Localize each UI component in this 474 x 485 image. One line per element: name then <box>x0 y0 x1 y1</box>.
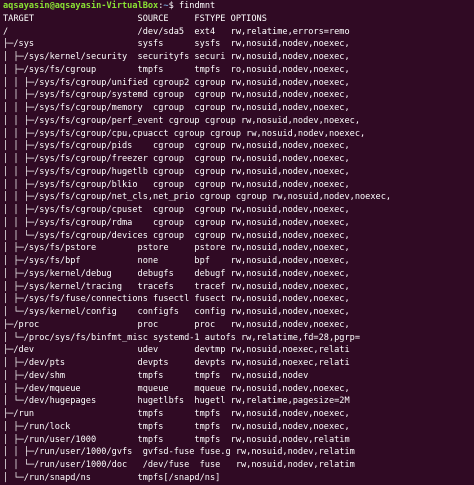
mount-row: │ ├─/sys/kernel/debug debugfs debugf rw,… <box>3 268 350 279</box>
mount-row: │ ├─/run/lock tmpfs tmpfs rw,nosuid,node… <box>3 421 350 432</box>
mount-row: │ │ ├─/sys/fs/cgroup/rdma cgroup cgroup … <box>3 217 350 228</box>
mount-row: │ │ ├─/sys/fs/cgroup/cpu,cpuacct cgroup … <box>3 128 366 139</box>
mount-row: │ │ ├─/sys/fs/cgroup/blkio cgroup cgroup… <box>3 179 350 190</box>
command-text: findmnt <box>178 1 216 11</box>
mount-row: │ │ ├─/run/user/1000/gvfs gvfsd-fuse fus… <box>3 447 355 458</box>
mount-row: │ │ ├─/sys/fs/cgroup/hugetlb cgroup cgro… <box>3 166 350 177</box>
mount-row: / /dev/sda5 ext4 rw,relatime,errors=remo <box>3 26 350 37</box>
prompt-symbol: $ <box>168 1 179 11</box>
terminal-window[interactable]: aqsayasin@aqsayasin-VirtualBox:~$ findmn… <box>0 0 474 483</box>
mount-row: ├─/sys sysfs sysfs rw,nosuid,nodev,noexe… <box>3 39 350 50</box>
prompt-user-host: aqsayasin@aqsayasin-VirtualBox <box>3 1 159 11</box>
mount-row: │ │ ├─/sys/fs/cgroup/cpuset cgroup cgrou… <box>3 205 350 215</box>
mount-row: │ └─/proc/sys/fs/binfmt_misc systemd-1 a… <box>3 332 360 343</box>
mount-row: │ └─/dev/hugepages hugetlbfs hugetl rw,r… <box>3 396 350 407</box>
mount-row: ├─/dev udev devtmp rw,nosuid,noexec,rela… <box>3 345 350 356</box>
mount-row: │ ├─/sys/fs/bpf none bpf rw,nosuid,nodev… <box>3 256 350 266</box>
mount-row: │ │ ├─/sys/fs/cgroup/freezer cgroup cgro… <box>3 154 350 164</box>
mount-row: │ └─/sys/kernel/config configfs config r… <box>3 307 350 317</box>
mount-row: │ │ ├─/sys/fs/cgroup/memory cgroup cgrou… <box>3 103 350 113</box>
mount-row: ├─/proc proc proc rw,nosuid,nodev,noexec… <box>3 319 350 330</box>
mount-row: │ │ ├─/sys/fs/cgroup/pids cgroup cgroup … <box>3 141 350 152</box>
mount-row: │ ├─/sys/fs/cgroup tmpfs tmpfs ro,nosuid… <box>3 64 350 75</box>
mount-row: │ │ ├─/sys/fs/cgroup/systemd cgroup cgro… <box>3 90 350 101</box>
mount-row: │ ├─/sys/fs/pstore pstore pstore rw,nosu… <box>3 243 350 254</box>
mount-row: │ ├─/dev/shm tmpfs tmpfs rw,nosuid,nodev <box>3 370 309 381</box>
prompt-line: aqsayasin@aqsayasin-VirtualBox:~$ findmn… <box>3 0 474 13</box>
mount-row: │ │ ├─/sys/fs/cgroup/unified cgroup2 cgr… <box>3 77 350 88</box>
mount-row: │ │ └─/run/user/1000/doc /dev/fuse fuse … <box>3 460 355 470</box>
table-header: TARGET SOURCE FSTYPE OPTIONS <box>3 13 267 24</box>
mount-row: │ │ ├─/sys/fs/cgroup/perf_event cgroup c… <box>3 115 360 126</box>
mount-row: │ │ └─/sys/fs/cgroup/devices cgroup cgro… <box>3 230 350 241</box>
mount-row: │ ├─/sys/kernel/security securityfs secu… <box>3 52 350 62</box>
mount-row: ├─/run tmpfs tmpfs rw,nosuid,nodev,noexe… <box>3 409 350 419</box>
mount-list: / /dev/sda5 ext4 rw,relatime,errors=remo… <box>3 26 474 485</box>
mount-row: │ │ ├─/sys/fs/cgroup/net_cls,net_prio cg… <box>3 192 392 203</box>
mount-row: │ ├─/dev/mqueue mqueue mqueue rw,nosuid,… <box>3 383 350 394</box>
mount-row: │ ├─/sys/kernel/tracing tracefs tracef r… <box>3 281 350 292</box>
mount-row: │ └─/run/snapd/ns tmpfs[/snapd/ns] <box>3 472 221 483</box>
mount-row: │ ├─/dev/pts devpts devpts rw,nosuid,noe… <box>3 358 350 368</box>
mount-row: │ ├─/sys/fs/fuse/connections fusectl fus… <box>3 294 350 305</box>
mount-row: │ ├─/run/user/1000 tmpfs tmpfs rw,nosuid… <box>3 434 350 445</box>
